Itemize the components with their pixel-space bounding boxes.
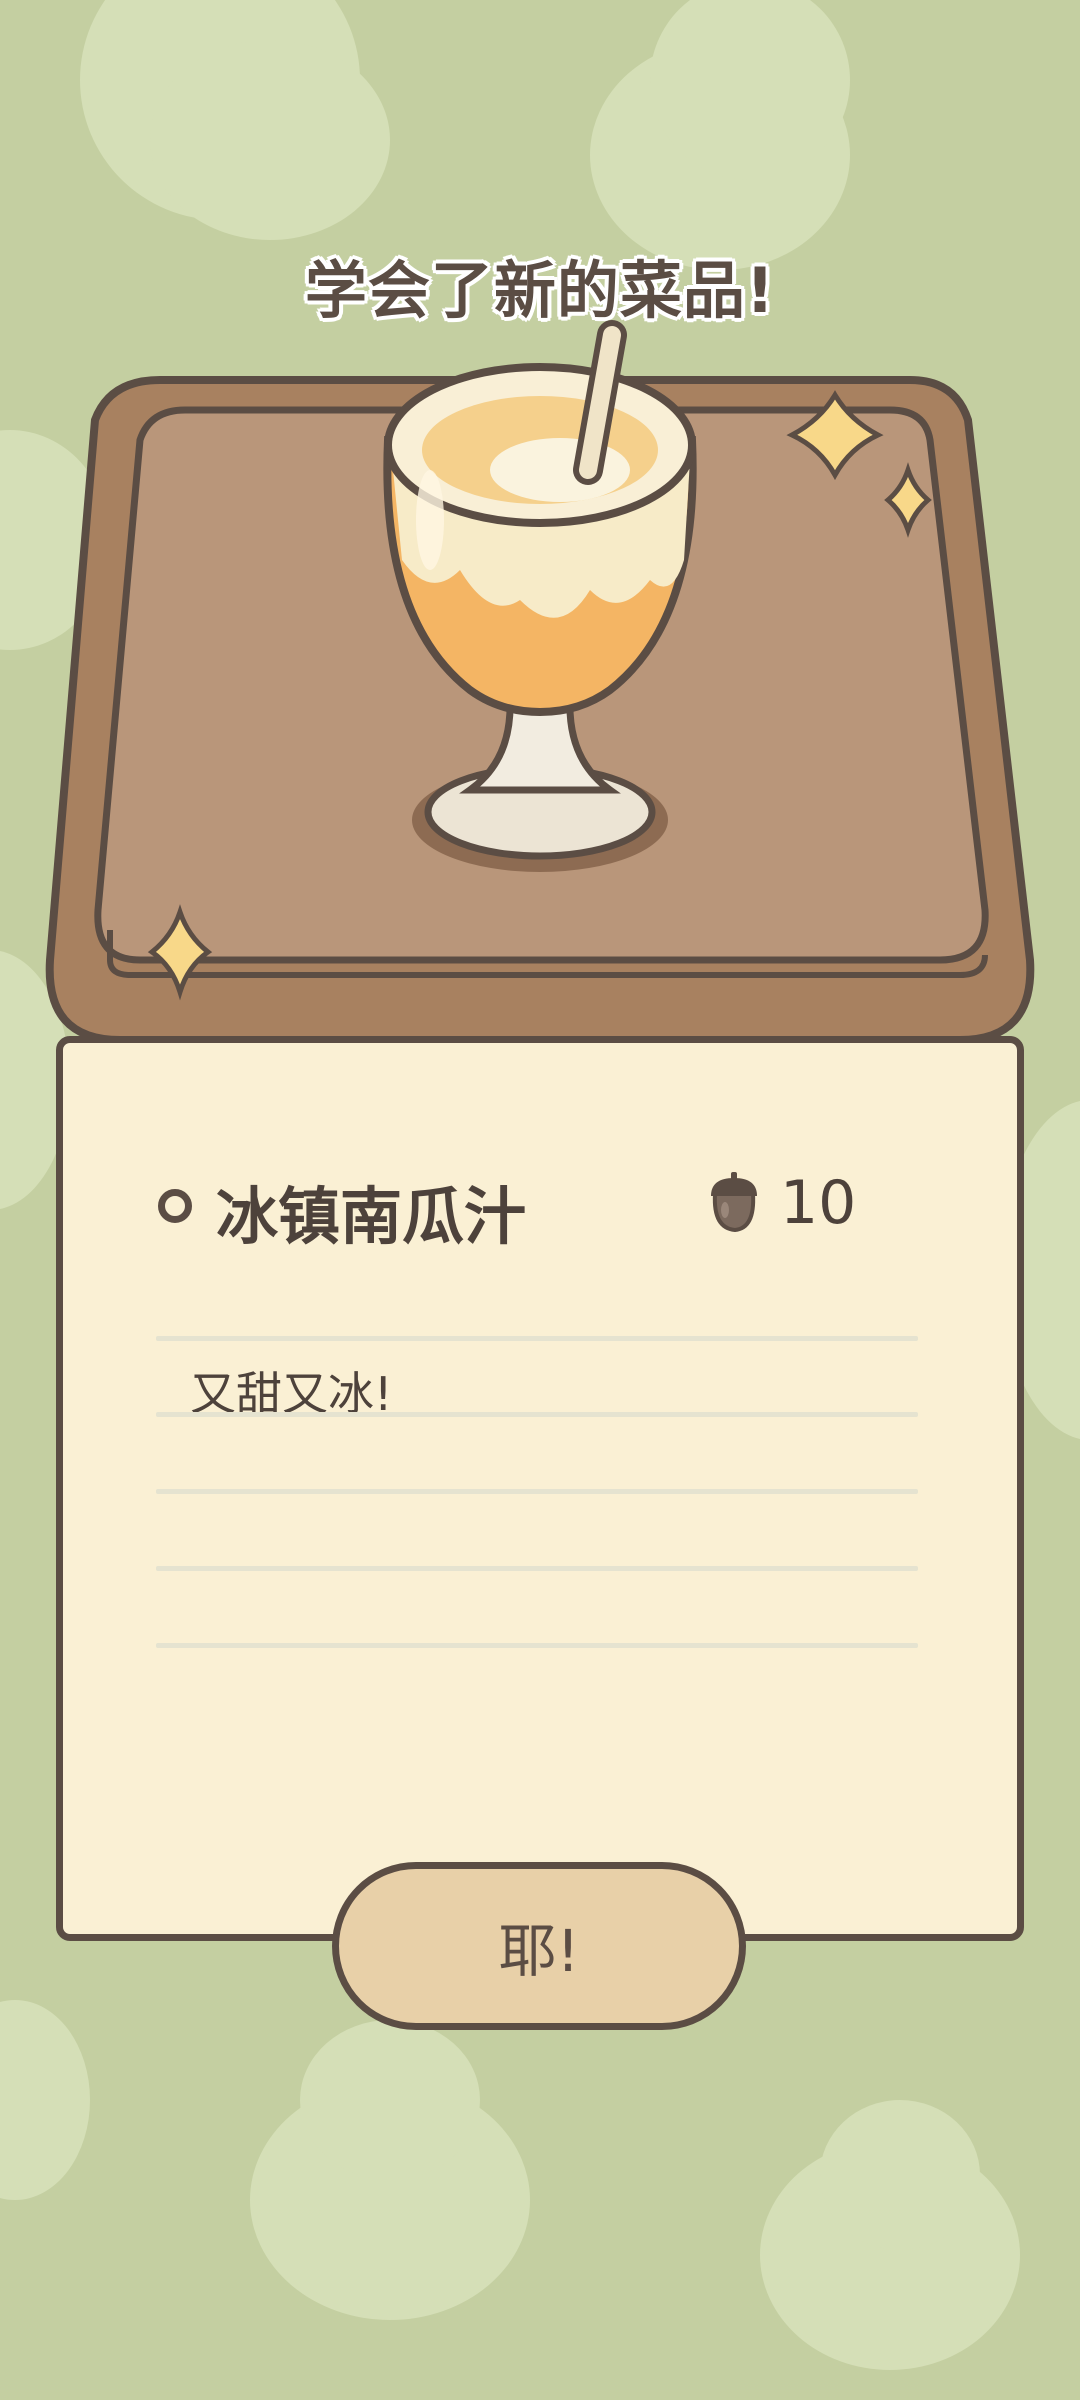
note-line bbox=[156, 1566, 918, 1571]
new-recipe-banner: 学会了新的菜品! bbox=[304, 254, 776, 327]
background-blob bbox=[820, 2100, 980, 2250]
pumpkin-juice-glass-icon bbox=[383, 320, 697, 872]
note-line bbox=[156, 1489, 918, 1494]
price-value: 10 bbox=[780, 1168, 857, 1238]
game-screen: 学会了新的菜品! 冰镇南瓜汁 10 又甜又冰! 耶! bbox=[0, 0, 1080, 2400]
dish-illustration bbox=[45, 320, 1035, 1044]
background-blob bbox=[0, 2000, 90, 2200]
note-line bbox=[156, 1336, 918, 1341]
note-line bbox=[156, 1643, 918, 1648]
dish-header: 冰镇南瓜汁 10 bbox=[100, 1160, 880, 1253]
dish-name: 冰镇南瓜汁 bbox=[216, 1180, 527, 1253]
confirm-button[interactable]: 耶! bbox=[332, 1862, 746, 2030]
note-line bbox=[156, 1412, 918, 1417]
acorn-icon bbox=[711, 1172, 757, 1233]
background-blob bbox=[300, 2020, 480, 2180]
bullet-icon bbox=[158, 1189, 192, 1223]
